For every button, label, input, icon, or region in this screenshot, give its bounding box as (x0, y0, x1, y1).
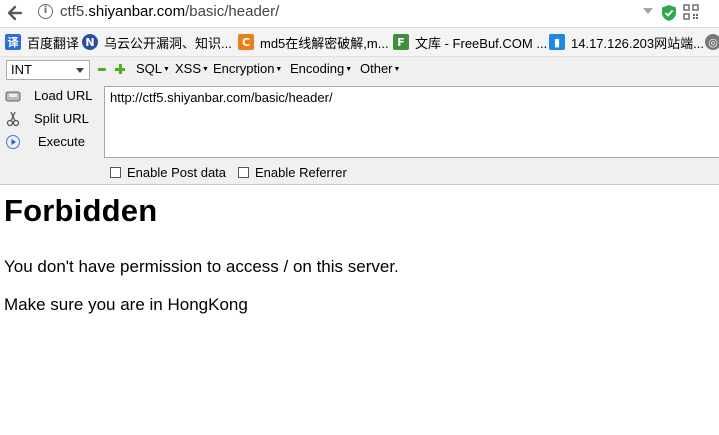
chevron-down-icon (76, 68, 84, 73)
bookmark-baidu-translate[interactable]: 译 百度翻译 (5, 28, 79, 56)
caret-icon: ▼ (202, 66, 209, 73)
checkbox-box[interactable] (110, 167, 121, 178)
type-select-value: INT (11, 62, 32, 77)
enable-referrer-label: Enable Referrer (255, 165, 347, 180)
url-field[interactable]: ctf5.shiyanbar.com/basic/header/ (60, 3, 279, 20)
bookmark-label: 乌云公开漏洞、知识... (104, 35, 232, 51)
cmd5-icon: C (238, 34, 254, 50)
baidu-translate-icon: 译 (5, 34, 21, 50)
caret-icon: ▼ (163, 66, 170, 73)
scissors-icon (6, 111, 20, 127)
menu-other[interactable]: Other▼ (360, 61, 400, 76)
enable-referrer-checkbox[interactable]: Enable Referrer (238, 165, 347, 180)
hackbar-panel: INT SQL▼ XSS▼ Encryption▼ Encoding▼ Othe… (0, 57, 719, 185)
url-dropdown-icon[interactable] (643, 8, 653, 14)
menu-xss-label: XSS (175, 61, 202, 76)
back-button[interactable] (3, 1, 27, 25)
bookmark-cmd5[interactable]: C md5在线解密破解,m... (238, 28, 389, 56)
load-url-label: Load URL (34, 88, 93, 103)
enable-post-label: Enable Post data (127, 165, 227, 180)
menu-sql-label: SQL (136, 61, 163, 76)
menu-encoding[interactable]: Encoding▼ (290, 61, 352, 76)
menu-encryption[interactable]: Encryption▼ (213, 61, 282, 76)
url-path: /basic/header/ (185, 3, 280, 20)
page-title: Forbidden (4, 193, 158, 228)
menu-encoding-label: Encoding (290, 61, 345, 76)
wooyun-icon: N (82, 34, 98, 50)
freebuf-icon: F (393, 34, 409, 50)
bookmark-label: 文库 - FreeBuf.COM ... (415, 35, 548, 51)
menu-xss[interactable]: XSS▼ (175, 61, 209, 76)
globe-icon: ◎ (705, 34, 719, 50)
load-url-icon (5, 91, 21, 102)
error-message: You don't have permission to access / on… (4, 257, 399, 276)
split-url-label: Split URL (34, 111, 89, 126)
arrow-left-icon (7, 5, 23, 21)
caret-icon: ▼ (393, 66, 401, 73)
bookmark-freebuf[interactable]: F 文库 - FreeBuf.COM ... (393, 28, 547, 56)
type-select[interactable]: INT (6, 60, 90, 80)
menu-sql[interactable]: SQL▼ (136, 61, 170, 76)
shield-icon[interactable] (661, 4, 677, 22)
bookmark-wooyun[interactable]: N 乌云公开漏洞、知识... (82, 28, 232, 56)
decrease-icon[interactable] (98, 68, 106, 71)
bookmarks-bar: 译 百度翻译 N 乌云公开漏洞、知识... C md5在线解密破解,m... F… (0, 28, 719, 57)
menu-other-label: Other (360, 61, 393, 76)
url-prefix: ctf5. (60, 3, 89, 20)
execute-label: Execute (38, 134, 85, 149)
enable-post-checkbox[interactable]: Enable Post data (110, 165, 226, 180)
bookmark-label: 14.17.126.203网站端... (571, 35, 704, 51)
site-icon: ▮ (549, 34, 565, 50)
play-icon (6, 135, 20, 149)
qr-code-icon[interactable] (683, 4, 699, 20)
caret-icon: ▼ (275, 66, 283, 73)
bookmark-label: 百度翻译 (27, 35, 80, 51)
url-textarea[interactable]: http://ctf5.shiyanbar.com/basic/header/ (104, 86, 719, 158)
menu-encryption-label: Encryption (213, 61, 275, 76)
info-icon[interactable]: i (38, 4, 53, 19)
bookmark-site[interactable]: ▮ 14.17.126.203网站端... (549, 28, 704, 56)
hint-message: Make sure you are in HongKong (4, 295, 248, 314)
address-bar: i ctf5.shiyanbar.com/basic/header/ (0, 0, 719, 28)
bookmark-overflow[interactable]: ◎ (705, 28, 719, 56)
increase-icon[interactable] (115, 64, 125, 74)
page-content: Forbidden You don't have permission to a… (4, 193, 704, 314)
checkbox-box[interactable] (238, 167, 249, 178)
caret-icon: ▼ (345, 66, 353, 73)
url-host: shiyanbar.com (88, 3, 186, 20)
bookmark-label: md5在线解密破解,m... (260, 35, 389, 51)
